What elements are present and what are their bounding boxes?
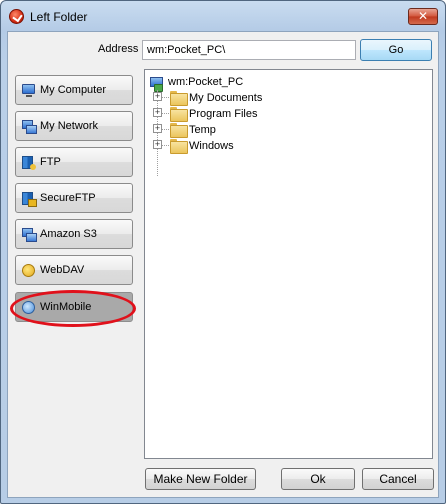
secureftp-icon [22,192,37,207]
nav-label: SecureFTP [40,192,96,204]
nav-label: My Network [40,120,99,132]
tree-root-label: wm:Pocket_PC [168,76,244,88]
amazon-s3-icon [22,228,37,242]
close-icon: ✕ [417,9,429,23]
expand-icon[interactable]: + [153,124,162,133]
window-title: Left Folder [30,10,88,24]
address-label: Address [98,43,139,55]
make-new-folder-button[interactable]: Make New Folder [145,468,256,490]
nav-button-my-computer[interactable]: My Computer [15,75,133,105]
nav-button-amazon-s3[interactable]: Amazon S3 [15,219,133,249]
folder-icon [170,107,188,122]
webdav-icon [22,264,35,277]
ftp-icon [22,156,36,170]
nav-label: FTP [40,156,61,168]
dialog-body: Address Go My Computer My Network FTP Se… [7,31,439,498]
tree-item-label: Temp [189,124,216,136]
expand-icon[interactable]: + [153,108,162,117]
app-logo-icon [9,9,24,24]
left-folder-dialog: Left Folder ✕ Address Go My Computer My … [0,0,446,504]
tree-item-label: Windows [189,140,234,152]
tree-item-windows[interactable]: + Windows [145,137,425,154]
folder-tree[interactable]: wm:Pocket_PC + My Documents + Program Fi… [144,69,433,459]
expand-icon[interactable]: + [153,140,162,149]
ok-button[interactable]: Ok [281,468,355,490]
tree-item-temp[interactable]: + Temp [145,121,425,138]
go-button[interactable]: Go [360,39,432,61]
nav-button-webdav[interactable]: WebDAV [15,255,133,285]
nav-label: WebDAV [40,264,85,276]
nav-label: Amazon S3 [40,228,97,240]
close-button[interactable]: ✕ [408,8,438,25]
tree-item-label: My Documents [189,92,263,104]
tree-root[interactable]: wm:Pocket_PC [145,73,425,92]
tree-item-program-files[interactable]: + Program Files [145,105,425,122]
title-bar[interactable]: Left Folder ✕ [1,1,445,31]
expand-icon[interactable]: + [153,92,162,101]
highlight-annotation [10,290,136,327]
folder-icon [170,139,188,154]
tree-item-my-documents[interactable]: + My Documents [145,89,425,106]
my-network-icon [22,120,37,134]
nav-button-my-network[interactable]: My Network [15,111,133,141]
my-computer-icon [22,84,35,97]
folder-icon [170,91,188,106]
nav-button-ftp[interactable]: FTP [15,147,133,177]
nav-button-secureftp[interactable]: SecureFTP [15,183,133,213]
tree-item-label: Program Files [189,108,258,120]
cancel-button[interactable]: Cancel [362,468,434,490]
address-input[interactable] [142,40,356,60]
folder-icon [170,123,188,138]
nav-label: My Computer [40,84,107,96]
